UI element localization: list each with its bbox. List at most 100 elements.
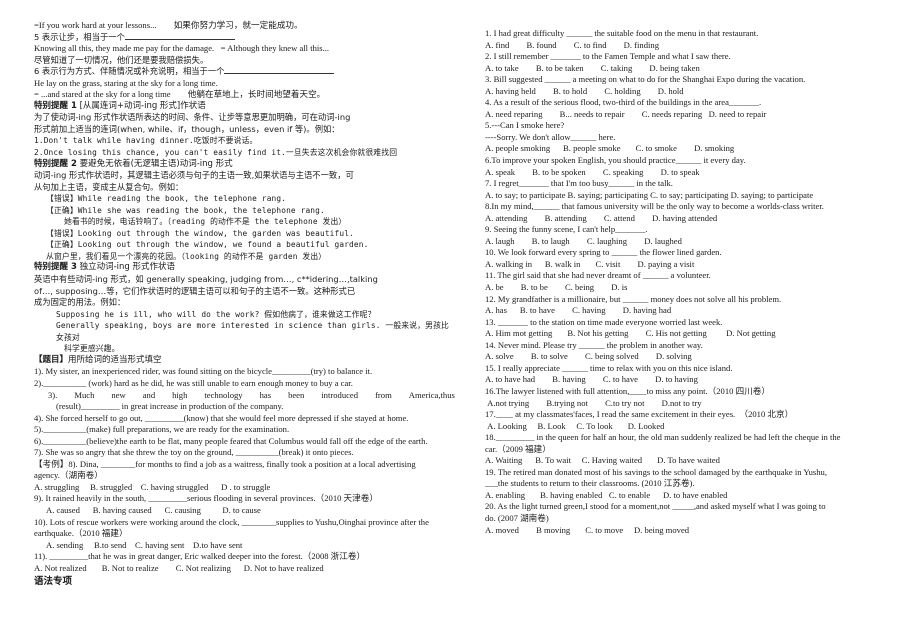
question-5-stem: 5.---Can I smoke here? (484, 120, 565, 131)
question-10-options[interactable]: A. walking in B. walk in C. visit D. pay… (485, 259, 904, 271)
fill-blank[interactable] (224, 73, 335, 75)
exercise-item-10-options[interactable]: A. sending B.to send C. having sent D.to… (34, 540, 455, 552)
question-block: 4. As a result of the serious flood, two… (485, 97, 904, 120)
question-15-options[interactable]: A. to have had B. having C. to have D. t… (485, 374, 904, 386)
exercise-label: 【题目】 (34, 354, 69, 365)
question-block: 14. Never mind. Please try ______ the pr… (485, 340, 904, 363)
question-19-options[interactable]: A. enabling B. having enabled C. to enab… (485, 490, 904, 502)
question-19-stem: 19. The retired man donated most of his … (484, 466, 827, 477)
word: from (375, 389, 392, 400)
text-line: of…, supposing…等，它们作状语时的逻辑主语可以和句子的主语不一致。… (34, 285, 356, 296)
question-3-options[interactable]: A. having held B. to hold C. holding D. … (485, 86, 904, 98)
exercise-heading: 【题目】用所给词的适当形式填空 (34, 355, 455, 367)
point-5-text: 5 表示让步，相当于一个 (34, 31, 125, 42)
text-line: 动词-ing 形式作状语时，其逻辑主语必须与句子的主语一致,如果状语与主语不一致… (34, 170, 354, 181)
exercise-item-11-options[interactable]: A. Not realized B. Not to realize C. Not… (34, 563, 455, 575)
text-line: 为了使动词-ing 形式作状语所表达的时间、条件、让步等意思更加明确，可在动词-… (34, 112, 351, 123)
question-17-options[interactable]: A. Looking B. Look C. To look D. Looked (485, 421, 904, 433)
question-1-options[interactable]: A. find B. found C. to find D. finding (485, 40, 904, 52)
exercise-item-10[interactable]: 10). Lots of rescue workers were working… (34, 517, 455, 529)
exercise-item-7[interactable]: 7). She was so angry that she threw the … (34, 447, 455, 459)
wrong-example: 【错误】While reading the book, the telephon… (46, 194, 287, 204)
exercise-item-6[interactable]: 6).__________(believe)the earth to be fl… (34, 436, 455, 448)
question-20-stem: 20. As the light turned green,I stood fo… (484, 501, 826, 512)
question-block: 18._________ in the queen for half an ho… (485, 432, 904, 467)
exercise-item-1[interactable]: 1). My sister, an inexperienced rider, w… (34, 366, 455, 378)
exercise-item-11[interactable]: 11). _________that he was in great dange… (34, 551, 455, 563)
exercise-item-9-options[interactable]: A. caused B. having caused C. causing D.… (34, 505, 455, 517)
fill-blank[interactable] (124, 38, 235, 40)
word: America,thus (408, 389, 455, 400)
text-line: = ...and stared at the sky for a long ti… (34, 89, 326, 100)
question-block: 8.In my mind,______ that famous universi… (485, 201, 904, 224)
exercise-item-8-options[interactable]: A. struggling B. struggled C. having str… (34, 482, 455, 494)
question-18-stem: 18._________ in the queen for half an ho… (484, 432, 841, 443)
text-line: 形式前加上适当的连词(when, while、if，though，unless，… (34, 123, 340, 134)
question-4-stem: 4. As a result of the serious flood, two… (484, 97, 762, 108)
note-2-label: 特别提醒 2 (34, 158, 77, 169)
question-14-stem: 14. Never mind. Please try ______ the pr… (484, 339, 703, 350)
question-9-options[interactable]: A. laugh B. to laugh C. laughing D. laug… (485, 236, 904, 248)
question-13-stem: 13. _______ to the station on time made … (484, 316, 723, 327)
word: has (259, 389, 272, 400)
question-8-options[interactable]: A. attending B. attending C. attend D. h… (485, 213, 904, 225)
exercise-instruction: 用所给词的适当形式填空 (68, 354, 162, 365)
word: technology (204, 389, 243, 400)
question-16-options[interactable]: A.not trying B.trying not C.to try not D… (485, 398, 904, 410)
question-6-stem: 6.To improve your spoken English, you sh… (484, 155, 746, 166)
question-7-stem: 7. I regret_______ that I'm too busy____… (484, 178, 673, 189)
note-2-subtitle: 要避免无依着(无逻辑主语)动词-ing 形式 (76, 158, 233, 169)
question-2-options[interactable]: A. to take B. to be taken C. taking D. b… (485, 63, 904, 75)
question-19-stem-cont: ___the students to return to their class… (484, 478, 695, 489)
numbered-point-5: 5 表示让步，相当于一个 (34, 32, 455, 44)
page-title: 语法专项 (34, 576, 73, 588)
numbered-point-6: 6 表示行为方式、伴随情况或补充说明，相当于一个 (34, 66, 455, 78)
left-column: =If you work hard at your lessons... 如果你… (14, 20, 459, 637)
question-20-options[interactable]: A. moved B moving C. to move D. being mo… (485, 525, 904, 537)
question-7-options[interactable]: A. to say; to participate B. saying; par… (485, 190, 904, 202)
word: been (288, 389, 305, 400)
question-block: 6.To improve your spoken English, you sh… (485, 155, 904, 178)
question-20-stem-cont: do. (2007 湖南卷) (484, 512, 549, 523)
exercise-item-3[interactable]: 3). Much new and high technology has bee… (34, 390, 455, 402)
question-11-options[interactable]: A. be B. to be C. being D. is (485, 282, 904, 294)
example-note: 她看书的时候，电话铃响了。（reading 的动作不是 the telephon… (64, 217, 347, 227)
exercise-item-5[interactable]: 5).__________(make) full preparations, w… (34, 424, 455, 436)
word: high (172, 389, 188, 400)
note-1-subtitle: [从属连词+动词-ing 形式]作状语 (76, 100, 206, 111)
question-block: 2. I still remember _______ to the Famen… (485, 51, 904, 74)
text-line: He lay on the grass, staring at the sky … (34, 77, 218, 88)
question-block: 19. The retired man donated most of his … (485, 467, 904, 502)
example-note: 从窗户里，我们看见一个漂亮的花园。（looking 的动作不是 garden 发… (46, 251, 327, 261)
exercise-item-3-cont[interactable]: (result)_________ in great increase in p… (34, 401, 455, 413)
correct-example: 【正确】While she was reading the book, the … (46, 205, 325, 215)
correct-example: 【正确】Looking out through the window, we f… (46, 240, 369, 250)
question-block: 11. The girl said that she had never dre… (485, 270, 904, 293)
question-18-options[interactable]: A. Waiting B. To wait C. Having waited D… (485, 455, 904, 467)
wrong-example: 【错误】Looking out through the window, the … (46, 228, 354, 238)
question-5-options[interactable]: A. people smoking B. people smoke C. to … (485, 143, 904, 155)
exercise-item-2[interactable]: 2).__________ (work) hard as he did, he … (34, 378, 455, 390)
question-4-options[interactable]: A. need reparing B... needs to repair C.… (485, 109, 904, 121)
question-block: 9. Seeing the funny scene, I can't help_… (485, 224, 904, 247)
question-block: 10. We look forward every spring to ____… (485, 247, 904, 270)
question-block: 15. I really appreciate ______ time to r… (485, 363, 904, 386)
example-line: 2.Once losing this chance, you can't eas… (34, 148, 398, 158)
special-note-1-heading: 特别提醒 1 [从属连词+动词-ing 形式]作状语 (34, 101, 455, 113)
exercise-item-4[interactable]: 4). She forced herself to go out, ______… (34, 413, 455, 425)
exercise-item-9[interactable]: 9). It rained heavily in the south, ____… (34, 493, 455, 505)
question-6-options[interactable]: A. speak B. to be spoken C. speaking D. … (485, 167, 904, 179)
text-line: 成为固定的用法。例如： (34, 297, 126, 308)
question-9-stem: 9. Seeing the funny scene, I can't help_… (484, 224, 648, 235)
question-block: 12. My grandfather is a millionaire, but… (485, 294, 904, 317)
note-3-label: 特别提醒 3 (34, 262, 77, 273)
question-14-options[interactable]: A. solve B. to solve C. being solved D. … (485, 351, 904, 363)
exercise-item-8[interactable]: 【考例】8). Dina, ________for months to find… (34, 459, 455, 471)
question-12-options[interactable]: A. has B. to have C. having D. having ha… (485, 305, 904, 317)
example-line: Supposing he is ill, who will do the wor… (56, 309, 376, 319)
note-1-label: 特别提醒 1 (34, 100, 77, 111)
text-line: 尽管知道了一切情况，他们还是要我赔偿损失。 (34, 54, 209, 65)
word: and (142, 389, 156, 400)
question-13-options[interactable]: A. Him mot getting B. Not his getting C.… (485, 328, 904, 340)
point-6-text: 6 表示行为方式、伴随情况或补充说明，相当于一个 (34, 66, 225, 77)
